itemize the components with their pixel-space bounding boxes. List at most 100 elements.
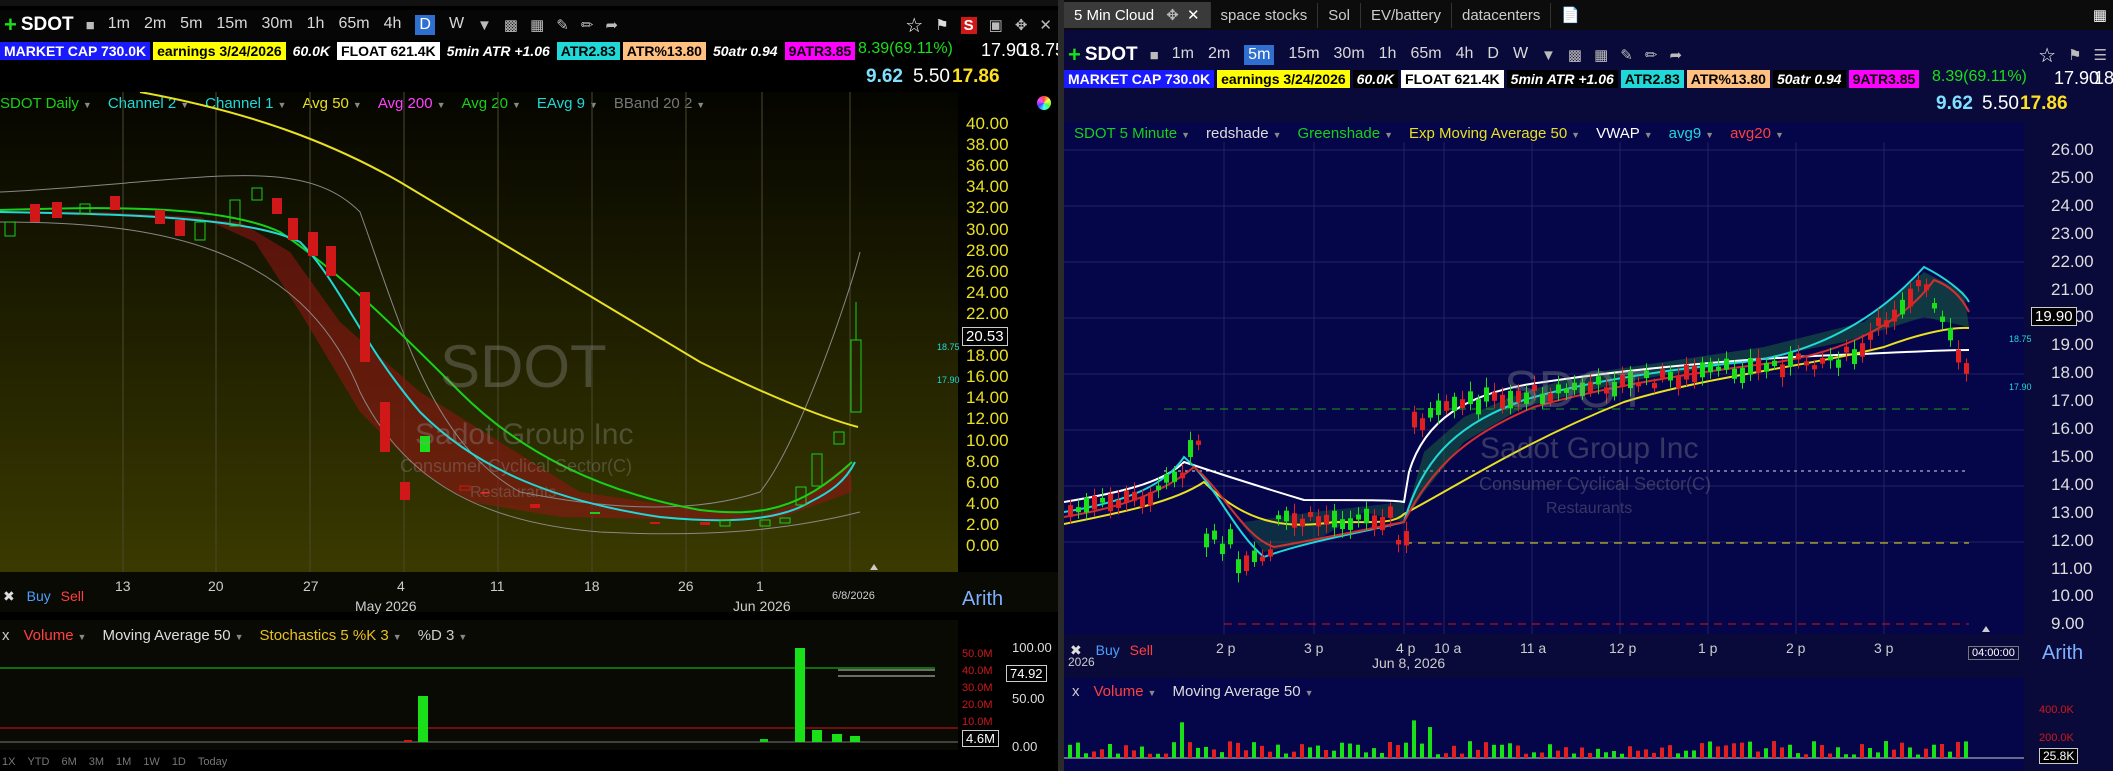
right-drag-icon[interactable]: ☰ [2094,46,2107,64]
right-tf-W[interactable]: W [1513,45,1528,65]
tab-move-icon[interactable]: ✥ [1166,7,1179,24]
left-range-button[interactable]: 1D [172,756,186,771]
left-badge: 60.0K [288,42,335,60]
left-tf-65m[interactable]: 65m [338,15,369,35]
close-icon[interactable]: ✕ [1039,16,1052,34]
left-tf-W[interactable]: W [449,15,464,35]
right-tf-65m[interactable]: 65m [1410,45,1441,65]
right-tf-D[interactable]: D [1487,45,1499,65]
right-study-item[interactable]: Greenshade ▼ [1298,125,1393,142]
volume-bar [1732,743,1736,758]
right-lower-close-icon[interactable]: x [1072,683,1080,700]
right-badge: 50atr 0.94 [1772,70,1846,88]
tab-datacenters[interactable]: datacenters [1452,2,1552,28]
left-tf-1m[interactable]: 1m [108,15,130,35]
grid-icon[interactable]: ▦ [530,16,544,34]
right-draw-icon[interactable]: ✏ [1645,46,1658,64]
right-tf-4h[interactable]: 4h [1456,45,1474,65]
left-tf-5m[interactable]: 5m [180,15,202,35]
volume-bar [1628,746,1632,758]
chevron-down-icon[interactable]: ▼ [1148,688,1157,698]
right-add-symbol-icon[interactable]: + [1068,42,1081,68]
left-scale-arith[interactable]: Arith [962,588,1003,611]
right-study-item[interactable]: avg20 ▼ [1730,125,1784,142]
candle [1852,349,1857,364]
right-tf-1m[interactable]: 1m [1172,45,1194,65]
right-tf-1h[interactable]: 1h [1379,45,1397,65]
right-sell-button[interactable]: Sell [1130,642,1153,658]
left-tf-D[interactable]: D [415,15,435,35]
right-tf-5m[interactable]: 5m [1244,45,1275,65]
chevron-down-icon[interactable]: ▼ [1305,688,1314,698]
right-last-price: 19.90 [2031,307,2077,326]
right-lower-study-item[interactable]: Volume ▼ [1094,683,1157,700]
volume-bar [1812,741,1816,758]
pencil-icon[interactable]: ✎ [556,16,569,34]
tab-5-min-cloud[interactable]: 5 Min Cloud ✥ ✕ [1064,2,1211,28]
volume-bar [1404,742,1408,758]
chevron-down-icon[interactable]: ▼ [1775,130,1784,140]
left-sell-button[interactable]: Sell [61,588,84,604]
chevron-down-icon[interactable]: ▼ [1384,130,1393,140]
chart-type-icon[interactable]: ▩ [504,16,518,34]
left-range-button[interactable]: Today [198,756,227,771]
right-chevron-down-icon[interactable]: ▼ [1541,47,1556,64]
sell-short-icon[interactable]: S [960,16,977,34]
left-range-button[interactable]: 1W [143,756,160,771]
right-lower-study-item[interactable]: Moving Average 50 ▼ [1172,683,1313,700]
tab-ev-battery[interactable]: EV/battery [1361,2,1452,28]
right-study-item[interactable]: Exp Moving Average 50 ▼ [1409,125,1580,142]
tab-close-icon[interactable]: ✕ [1187,7,1200,24]
right-tf-30m[interactable]: 30m [1334,45,1365,65]
candle [1068,505,1073,517]
flag-icon[interactable]: ⚑ [935,16,948,34]
left-tf-2m[interactable]: 2m [144,15,166,35]
chevron-down-icon[interactable]: ▼ [477,17,492,34]
left-buy-button[interactable]: Buy [27,588,51,604]
left-range-button[interactable]: 1M [116,756,131,771]
tab-space-stocks[interactable]: space stocks [1211,2,1319,28]
camera-icon[interactable]: ■ [86,17,95,34]
left-range-button[interactable]: 1X [2,756,15,771]
right-star-icon[interactable]: ☆ [2038,43,2056,68]
chevron-down-icon[interactable]: ▼ [1181,130,1190,140]
volume-bar [1740,742,1744,758]
color-wheel-icon[interactable] [1037,96,1051,110]
left-tf-4h[interactable]: 4h [384,15,402,35]
share-icon[interactable]: ➦ [605,16,618,34]
right-study-item[interactable]: VWAP ▼ [1596,125,1653,142]
right-tf-2m[interactable]: 2m [1208,45,1230,65]
new-tab-icon[interactable]: 📄 [1551,2,1590,28]
tab-sol[interactable]: Sol [1318,2,1361,28]
right-grid-icon[interactable]: ▦ [1594,46,1608,64]
right-symbol[interactable]: SDOT [1085,44,1138,66]
left-range-button[interactable]: 3M [89,756,104,771]
left-range-button[interactable]: YTD [27,756,49,771]
chevron-down-icon[interactable]: ▼ [1705,130,1714,140]
move-icon[interactable]: ✥ [1015,16,1028,34]
right-study-item[interactable]: redshade ▼ [1206,125,1281,142]
left-range-button[interactable]: 6M [61,756,76,771]
left-tf-1h[interactable]: 1h [307,15,325,35]
save-icon[interactable]: ▣ [989,16,1003,34]
right-pencil-icon[interactable]: ✎ [1620,46,1633,64]
right-camera-icon[interactable]: ■ [1150,47,1159,64]
right-buy-button[interactable]: Buy [1096,642,1120,658]
star-icon[interactable]: ☆ [905,13,923,38]
add-window-icon[interactable]: ▦ [2093,6,2107,24]
right-flag-icon[interactable]: ⚑ [2068,46,2081,64]
right-study-item[interactable]: avg9 ▼ [1669,125,1714,142]
chevron-down-icon[interactable]: ▼ [1571,130,1580,140]
add-symbol-icon[interactable]: + [4,12,17,38]
left-symbol[interactable]: SDOT [21,14,74,36]
left-tf-30m[interactable]: 30m [262,15,293,35]
right-study-item[interactable]: SDOT 5 Minute ▼ [1074,125,1190,142]
right-chart-type-icon[interactable]: ▩ [1568,46,1582,64]
left-tf-15m[interactable]: 15m [216,15,247,35]
chevron-down-icon[interactable]: ▼ [1644,130,1653,140]
draw-icon[interactable]: ✏ [581,16,594,34]
right-share-icon[interactable]: ➦ [1669,46,1682,64]
right-scale-arith[interactable]: Arith [2042,642,2083,665]
chevron-down-icon[interactable]: ▼ [1273,130,1282,140]
right-tf-15m[interactable]: 15m [1288,45,1319,65]
